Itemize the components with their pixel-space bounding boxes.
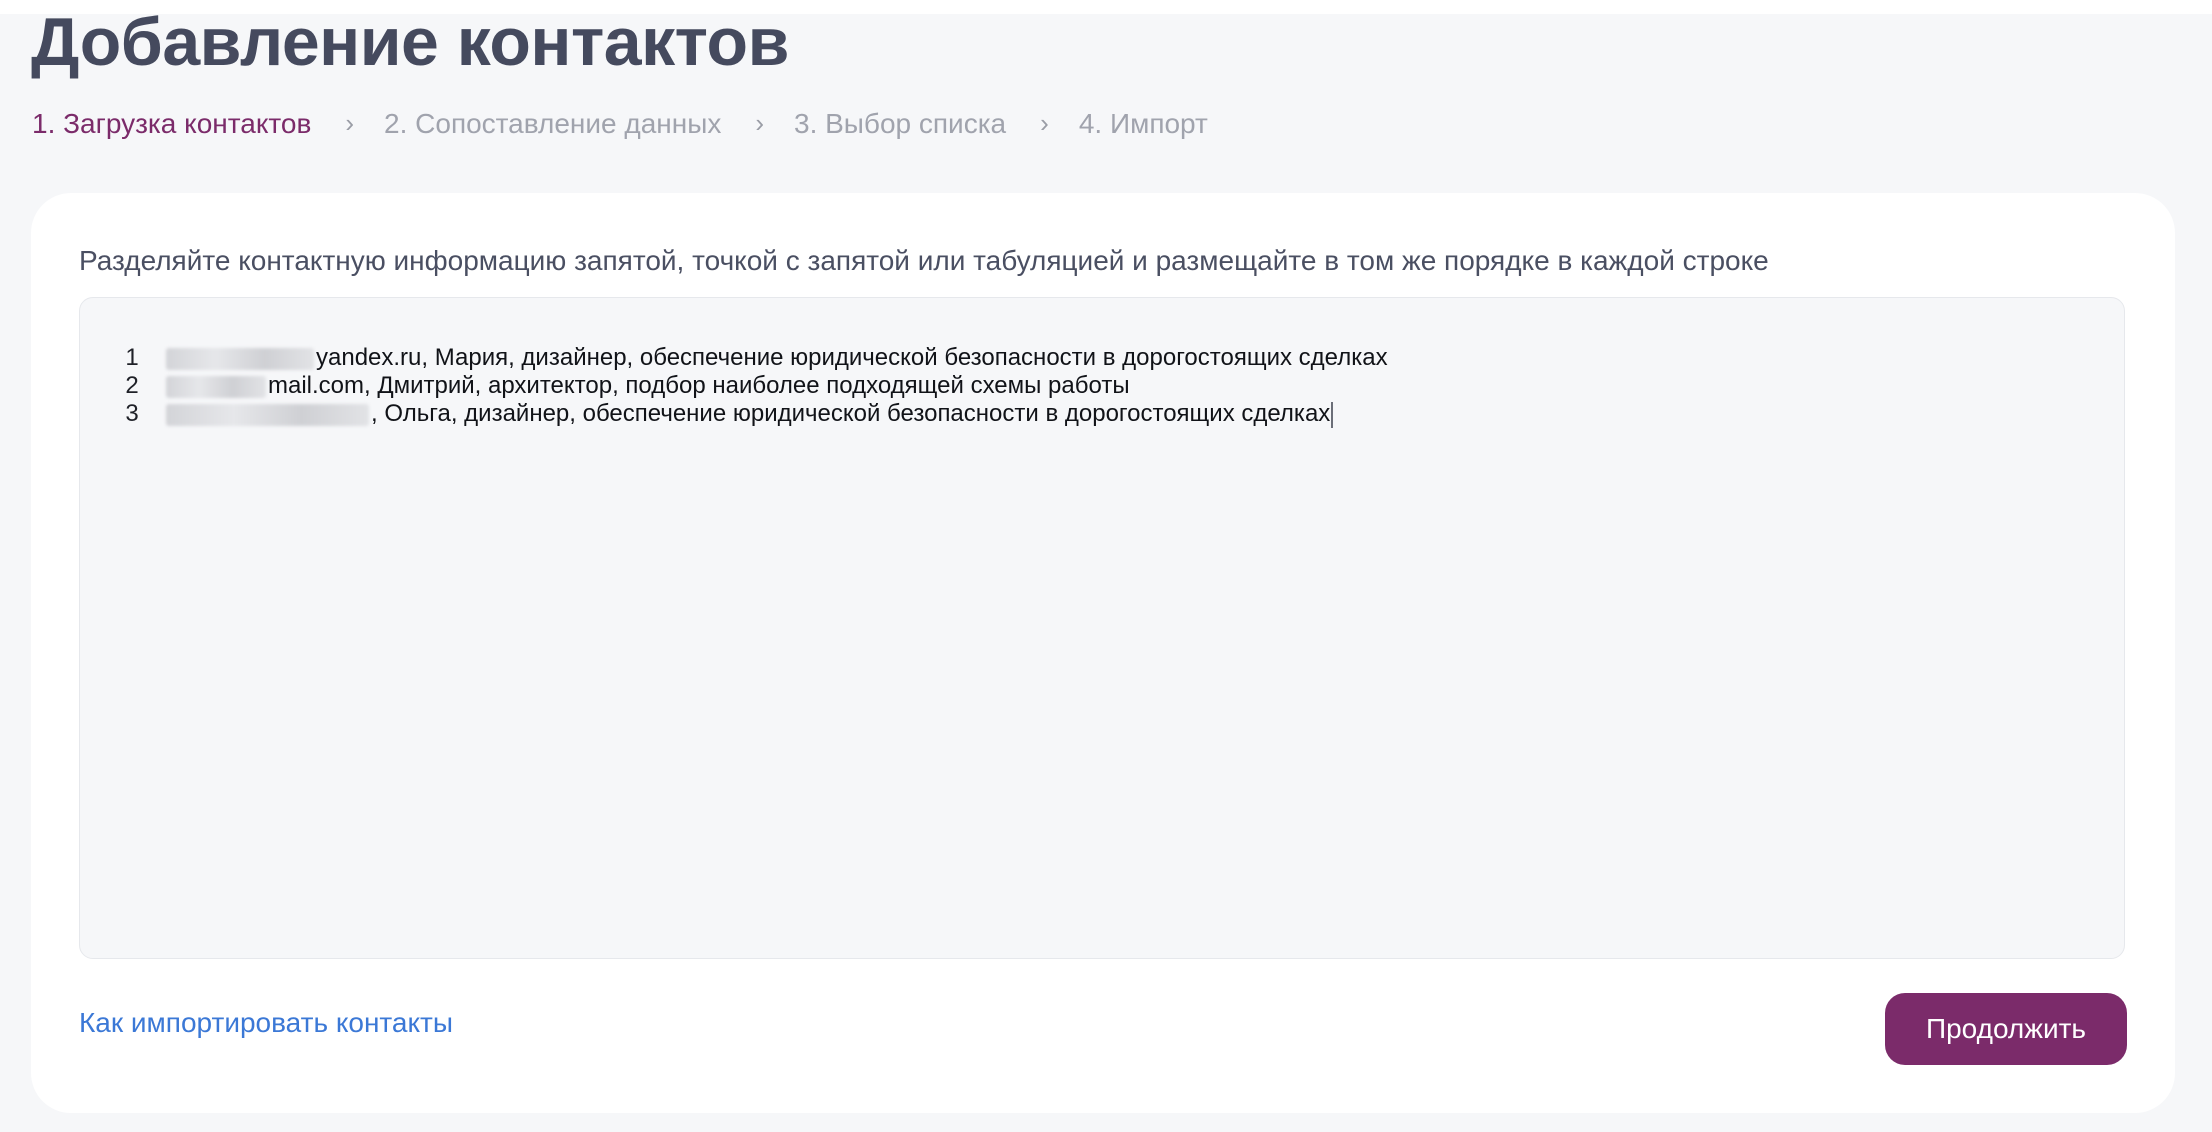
chevron-right-icon: › — [345, 108, 355, 138]
text-cursor — [1331, 401, 1334, 428]
step-list-selection: 3. Выбор списка — [794, 108, 1007, 139]
line-text: , Ольга, дизайнер, обеспечение юридическ… — [371, 400, 1331, 427]
line-content: yandex.ru, Мария, дизайнер, обеспечение … — [166, 344, 1388, 372]
redacted-email — [166, 375, 266, 398]
upload-card: Разделяйте контактную информацию запятой… — [31, 193, 2175, 1113]
how-to-import-link[interactable]: Как импортировать контакты — [79, 1003, 453, 1043]
contacts-editor[interactable]: 1 yandex.ru, Мария, дизайнер, обеспечени… — [79, 297, 2125, 959]
instructions-text: Разделяйте контактную информацию запятой… — [79, 245, 1769, 276]
stepper: 1. Загрузка контактов › 2. Сопоставление… — [32, 104, 1208, 144]
chevron-right-icon: › — [1040, 108, 1049, 138]
redacted-email — [166, 347, 314, 370]
step-upload-contacts[interactable]: 1. Загрузка контактов — [32, 104, 311, 144]
line-content: mail.com, Дмитрий, архитектор, подбор на… — [166, 372, 1130, 400]
page-title: Добавление контактов — [31, 4, 789, 80]
step-data-mapping: 2. Сопоставление данных — [384, 108, 722, 139]
page: Добавление контактов 1. Загрузка контакт… — [0, 0, 2212, 1132]
line-text: mail.com, Дмитрий, архитектор, подбор на… — [268, 372, 1130, 399]
line-content: , Ольга, дизайнер, обеспечение юридическ… — [166, 400, 1334, 428]
chevron-right-icon: › — [755, 108, 764, 138]
line-text: yandex.ru, Мария, дизайнер, обеспечение … — [316, 344, 1388, 371]
continue-button[interactable]: Продолжить — [1885, 993, 2127, 1065]
line-number: 2 — [125, 372, 139, 399]
redacted-email — [166, 403, 369, 426]
line-number: 3 — [125, 400, 139, 427]
line-number: 1 — [125, 344, 139, 371]
step-import: 4. Импорт — [1078, 108, 1208, 139]
